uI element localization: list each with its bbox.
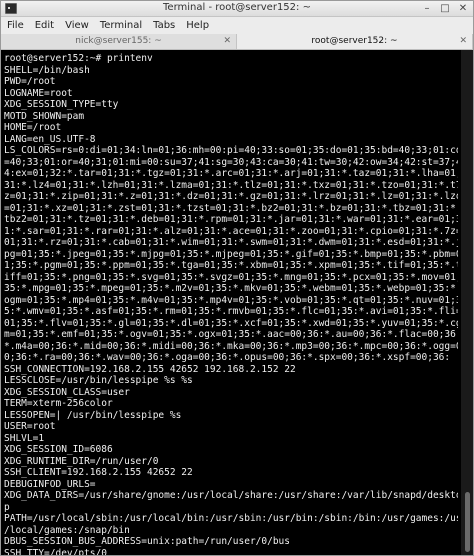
tab-close-icon[interactable]: ✕	[223, 34, 231, 49]
terminal-line: 31:*.lz4=01;31:*.lzh=01;31:*.lzma=01;31:…	[4, 179, 458, 191]
terminal-line: SSH_CLIENT=192.168.2.155 42652 22	[4, 467, 193, 478]
terminal-line: LESSCLOSE=/usr/bin/lesspipe %s %s	[4, 375, 193, 386]
terminal-line: HOME=/root	[4, 122, 62, 133]
terminal-line: ogm=01;35:*.mp4=01;35:*.m4v=01;35:*.mp4v…	[4, 294, 458, 306]
menu-tabs[interactable]: Tabs	[153, 20, 175, 31]
terminal-line: SSH_TTY=/dev/pts/0	[4, 547, 107, 556]
terminal-line: tbz2=01;31:*.tz=01;31:*.deb=01;31:*.rpm=…	[4, 214, 458, 225]
terminal-line: XDG_DATA_DIRS=/usr/share/gnome:/usr/loca…	[4, 490, 458, 501]
scrollbar-thumb[interactable]	[465, 492, 470, 552]
terminal-line: XDG_SESSION_TYPE=tty	[4, 99, 119, 110]
terminal-line: LS_COLORS=rs=0:di=01;34:ln=01;36:mh=00:p…	[4, 145, 458, 156]
window-title: Terminal - root@server152: ~	[163, 2, 311, 13]
terminal-line: PATH=/usr/local/sbin:/usr/local/bin:/usr…	[4, 513, 458, 524]
close-button[interactable]: ✕	[457, 2, 469, 15]
terminal-line: SSH_CONNECTION=192.168.2.155 42652 192.1…	[4, 363, 296, 375]
terminal-line: DEBUGINFOD_URLS=	[4, 478, 96, 490]
terminal-line: TERM=xterm-256color	[4, 398, 113, 409]
title-bar[interactable]: Terminal - root@server152: ~ – □ ✕	[1, 1, 473, 17]
terminal-line: XDG_RUNTIME_DIR=/run/user/0	[4, 455, 159, 467]
tab-root-server152[interactable]: root@server152: ~ ✕	[237, 34, 473, 49]
terminal-line: 0;36:*.ra=00;36:*.wav=00;36:*.oga=00;36:…	[4, 352, 451, 363]
terminal-line: LESSOPEN=| /usr/bin/lesspipe %s	[4, 409, 182, 421]
terminal-line: 01;35:*.flv=01;35:*.gl=01;35:*.dl=01;35:…	[4, 317, 458, 329]
tab-close-icon[interactable]: ✕	[459, 34, 467, 49]
terminal-line: iff=01;35:*.png=01;35:*.svg=01;35:*.svgz…	[4, 271, 458, 283]
terminal-line: 5:*.wmv=01;35:*.asf=01;35:*.rm=01;35:*.r…	[4, 306, 458, 317]
terminal-line: 1;35:*.pgm=01;35:*.ppm=01;35:*.tga=01;35…	[4, 260, 458, 271]
tab-label: root@server152: ~	[311, 36, 398, 46]
terminal-line: 01;31:*.rz=01;31:*.cab=01;31:*.wim=01;31…	[4, 237, 458, 248]
terminal-line: z=01;31:*.zip=01;31:*.z=01;31:*.dz=01;31…	[4, 191, 458, 202]
tab-label: nick@server155: ~	[75, 36, 162, 46]
menu-terminal[interactable]: Terminal	[100, 20, 142, 31]
terminal-line: XDG_SESSION_CLASS=user	[4, 386, 130, 398]
terminal-scrollbar[interactable]	[461, 50, 473, 555]
tab-bar: nick@server155: ~ ✕ root@server152: ~ ✕	[1, 34, 473, 50]
terminal-line: /local/games:/snap/bin	[4, 524, 130, 536]
terminal-line: DBUS_SESSION_BUS_ADDRESS=unix:path=/run/…	[4, 536, 290, 547]
terminal-output[interactable]: root@server152:~# printenv SHELL=/bin/bas…	[1, 50, 473, 556]
terminal-line: XDG_SESSION_ID=6086	[4, 444, 113, 455]
window-controls: – □ ✕	[421, 2, 469, 15]
menu-help[interactable]: Help	[186, 20, 209, 31]
terminal-line: p	[4, 501, 10, 513]
menu-edit[interactable]: Edit	[35, 20, 54, 31]
terminal-line: *.m4a=00;36:*.mid=00;36:*.midi=00;36:*.m…	[4, 340, 458, 352]
tab-nick-server155[interactable]: nick@server155: ~ ✕	[1, 34, 237, 49]
terminal-line: USER=root	[4, 421, 56, 432]
terminal-lines: root@server152:~# printenv SHELL=/bin/bas…	[4, 53, 458, 556]
menu-view[interactable]: View	[65, 20, 89, 31]
terminal-line: =01;31:*.xz=01;31:*.zst=01;31:*.tzst=01;…	[4, 202, 458, 214]
terminal-line: 1:*.sar=01;31:*.rar=01;31:*.alz=01;31:*.…	[4, 225, 458, 237]
maximize-button[interactable]: □	[439, 2, 451, 15]
terminal-line: SHLVL=1	[4, 432, 45, 444]
terminal-line: LOGNAME=root	[4, 87, 73, 99]
terminal-line: LANG=en_US.UTF-8	[4, 133, 96, 145]
terminal-line: pg=01;35:*.jpeg=01;35:*.mjpg=01;35:*.mjp…	[4, 248, 458, 260]
terminal-line: 35:*.mpg=01;35:*.mpeg=01;35:*.m2v=01;35:…	[4, 283, 458, 294]
terminal-window: Terminal - root@server152: ~ – □ ✕ File …	[0, 0, 474, 556]
terminal-line: root@server152:~# printenv	[4, 53, 153, 64]
menu-file[interactable]: File	[7, 20, 24, 31]
terminal-line: 4:ex=01;32:*.tar=01;31:*.tgz=01;31:*.arc…	[4, 168, 458, 179]
terminal-line: m=01;35:*.emf=01;35:*.ogv=01;35:*.ogx=01…	[4, 329, 458, 340]
terminal-line: SHELL=/bin/bash	[4, 64, 90, 76]
menu-bar: File Edit View Terminal Tabs Help	[1, 17, 473, 34]
terminal-line: MOTD_SHOWN=pam	[4, 110, 85, 122]
minimize-button[interactable]: –	[421, 2, 433, 15]
terminal-line: PWD=/root	[4, 76, 56, 87]
terminal-line: =40;33;01:or=40;31;01:mi=00:su=37;41:sg=…	[4, 156, 458, 168]
